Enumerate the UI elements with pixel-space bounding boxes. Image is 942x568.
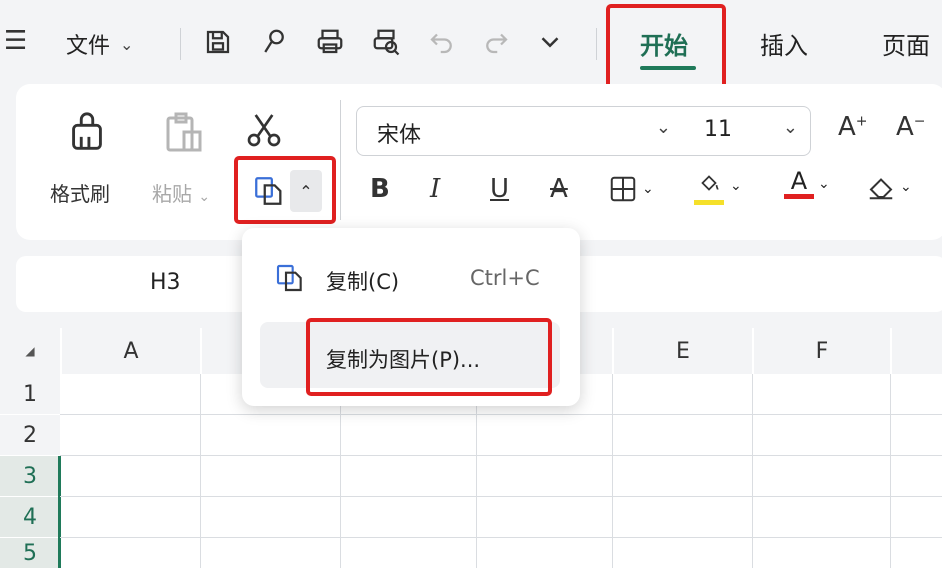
grid-line bbox=[60, 537, 942, 538]
file-menu[interactable]: 文件 ⌄ bbox=[66, 28, 133, 60]
home-tab-highlight bbox=[606, 4, 726, 96]
hamburger-menu-icon[interactable]: ☰ bbox=[4, 26, 27, 56]
italic-icon[interactable]: I bbox=[430, 174, 440, 204]
selected-rows-indicator bbox=[58, 456, 61, 568]
grid-line bbox=[890, 374, 891, 568]
tab-insert[interactable]: 插入 bbox=[760, 26, 808, 61]
grid-line bbox=[60, 414, 942, 415]
copy-dropdown-highlight bbox=[234, 156, 336, 224]
fill-color-swatch bbox=[694, 200, 724, 205]
strikethrough-icon[interactable]: A bbox=[550, 174, 568, 204]
font-name-select[interactable]: 宋体 ⌄ bbox=[356, 106, 684, 156]
menu-item-copy-label: 复制(C) bbox=[326, 270, 400, 294]
format-painter-label[interactable]: 格式刷 bbox=[50, 178, 110, 207]
chevron-down-icon: ⌄ bbox=[120, 34, 134, 54]
toolbar-divider bbox=[596, 28, 597, 60]
grid-line bbox=[200, 374, 201, 568]
row-header-3[interactable]: 3 bbox=[0, 456, 60, 496]
borders-icon[interactable]: ⌄ bbox=[608, 174, 654, 204]
decrease-font-size-icon[interactable]: A− bbox=[896, 112, 926, 142]
row-header-5[interactable]: 5 bbox=[0, 538, 60, 568]
grid-line bbox=[60, 455, 942, 456]
name-box[interactable]: H3 bbox=[150, 270, 181, 295]
paste-label-text: 粘贴 bbox=[152, 182, 192, 206]
row-header-4[interactable]: 4 bbox=[0, 497, 60, 537]
more-chevron-down-icon[interactable] bbox=[532, 22, 568, 62]
copy-icon bbox=[274, 262, 306, 298]
font-size-select[interactable]: 11 ⌄ bbox=[682, 106, 811, 156]
grid-line bbox=[60, 496, 942, 497]
row-header-2[interactable]: 2 bbox=[0, 415, 60, 455]
underline-icon[interactable]: U bbox=[490, 174, 509, 204]
font-name-value: 宋体 bbox=[377, 123, 422, 148]
grid-line bbox=[612, 374, 613, 568]
font-color-icon[interactable]: A ⌄ bbox=[784, 168, 830, 199]
column-header-f[interactable]: F bbox=[754, 328, 890, 374]
bold-icon[interactable]: B bbox=[370, 174, 390, 204]
column-header-g[interactable] bbox=[892, 328, 942, 374]
increase-font-size-icon[interactable]: A+ bbox=[838, 112, 868, 142]
menu-item-copy[interactable]: 复制(C) Ctrl+C bbox=[260, 246, 560, 312]
redo-icon[interactable] bbox=[478, 22, 514, 62]
font-size-value: 11 bbox=[704, 117, 732, 142]
paste-icon[interactable] bbox=[160, 108, 210, 158]
fill-color-icon[interactable]: ⌄ bbox=[694, 170, 742, 205]
ribbon-divider bbox=[340, 100, 341, 220]
column-header-e[interactable]: E bbox=[614, 328, 752, 374]
share-link-icon[interactable] bbox=[256, 22, 292, 62]
format-painter-icon[interactable] bbox=[64, 110, 112, 158]
save-icon[interactable] bbox=[200, 22, 236, 62]
chevron-down-icon: ⌄ bbox=[782, 117, 798, 138]
file-menu-label: 文件 bbox=[66, 34, 111, 59]
select-all-corner[interactable]: ◢ bbox=[0, 328, 60, 374]
menu-item-copy-shortcut: Ctrl+C bbox=[470, 266, 540, 290]
chevron-down-icon: ⌄ bbox=[655, 117, 671, 138]
tab-page[interactable]: 页面 bbox=[882, 26, 930, 61]
row-header-1[interactable]: 1 bbox=[0, 374, 60, 414]
print-icon[interactable] bbox=[312, 22, 348, 62]
copy-as-picture-highlight bbox=[306, 318, 552, 396]
paste-label[interactable]: 粘贴 ⌄ bbox=[152, 178, 210, 207]
toolbar-divider bbox=[180, 28, 181, 60]
print-preview-icon[interactable] bbox=[368, 22, 404, 62]
column-header-a[interactable]: A bbox=[62, 328, 200, 374]
grid-line bbox=[752, 374, 753, 568]
clear-format-eraser-icon[interactable]: ⌄ bbox=[866, 172, 912, 202]
scissors-icon[interactable] bbox=[244, 110, 288, 154]
undo-icon[interactable] bbox=[424, 22, 460, 62]
